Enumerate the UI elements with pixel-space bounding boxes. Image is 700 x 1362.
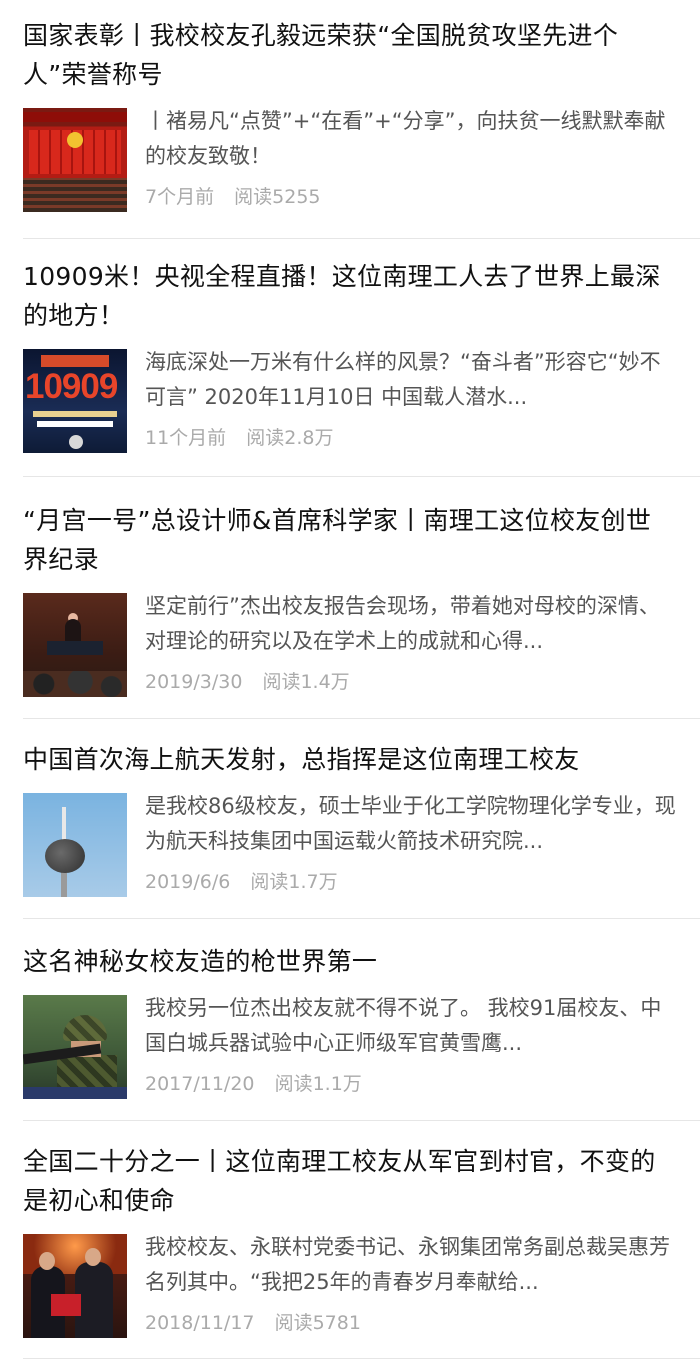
divider (23, 1120, 700, 1121)
article-meta: 2019/3/30 阅读1.4万 (145, 667, 350, 694)
article-read-count: 阅读1.4万 (262, 671, 350, 693)
article-title[interactable]: 中国首次海上航天发射，总指挥是这位南理工校友 (23, 740, 676, 779)
article-summary: 我校另一位杰出校友就不得不说了。 我校91届校友、中国白城兵器试验中心正师级军官… (145, 996, 662, 1055)
article-body: 我校另一位杰出校友就不得不说了。 我校91届校友、中国白城兵器试验中心正师级军官… (23, 995, 676, 1099)
divider (23, 918, 700, 919)
article-summary: 海底深处一万米有什么样的风景？“奋斗者”形容它“妙不可言” 2020年11月10… (145, 350, 661, 409)
article-read-count: 阅读1.1万 (274, 1073, 362, 1095)
article-read-count: 阅读5255 (234, 186, 321, 208)
article-item[interactable]: 这名神秘女校友造的枪世界第一 我校另一位杰出校友就不得不说了。 我校91届校友、… (0, 942, 700, 1099)
article-item[interactable]: 10909米！央视全程直播！这位南理工人去了世界上最深的地方！ 10909 海底… (0, 257, 700, 453)
article-date: 7个月前 (145, 186, 215, 208)
article-body: 10909 海底深处一万米有什么样的风景？“奋斗者”形容它“妙不可言” 2020… (23, 349, 676, 453)
article-title[interactable]: 这名神秘女校友造的枪世界第一 (23, 942, 676, 981)
article-meta: 2017/11/20 阅读1.1万 (145, 1069, 362, 1096)
article-date: 2019/3/30 (145, 671, 243, 693)
article-date: 11个月前 (145, 427, 227, 449)
divider (23, 1358, 700, 1359)
article-item[interactable]: 全国二十分之一丨这位南理工校友从军官到村官，不变的是初心和使命 我校校友、永联村… (0, 1142, 700, 1338)
article-item[interactable]: “月宫一号”总设计师&首席科学家丨南理工这位校友创世界纪录 坚定前行”杰出校友报… (0, 501, 700, 697)
article-read-count: 阅读2.8万 (246, 427, 334, 449)
article-thumbnail[interactable]: 10909 (23, 349, 127, 453)
article-meta: 2019/6/6 阅读1.7万 (145, 867, 338, 894)
article-meta: 2018/11/17 阅读5781 (145, 1308, 361, 1335)
article-summary: 是我校86级校友，硕士毕业于化工学院物理化学专业，现为航天科技集团中国运载火箭技… (145, 794, 676, 853)
article-thumbnail[interactable] (23, 108, 127, 212)
article-body: 是我校86级校友，硕士毕业于化工学院物理化学专业，现为航天科技集团中国运载火箭技… (23, 793, 676, 897)
article-item[interactable]: 国家表彰丨我校校友孔毅远荣获“全国脱贫攻坚先进个人”荣誉称号 丨褚易凡“点赞”+… (0, 16, 700, 212)
article-read-count: 阅读1.7万 (250, 871, 338, 893)
article-title[interactable]: “月宫一号”总设计师&首席科学家丨南理工这位校友创世界纪录 (23, 501, 676, 579)
article-summary: 我校校友、永联村党委书记、永钢集团常务副总裁吴惠芳名列其中。“我把25年的青春岁… (145, 1235, 670, 1294)
article-thumbnail[interactable] (23, 593, 127, 697)
article-meta: 11个月前 阅读2.8万 (145, 423, 333, 450)
article-body: 我校校友、永联村党委书记、永钢集团常务副总裁吴惠芳名列其中。“我把25年的青春岁… (23, 1234, 676, 1338)
article-date: 2018/11/17 (145, 1312, 255, 1334)
article-date: 2017/11/20 (145, 1073, 255, 1095)
article-summary: 丨褚易凡“点赞”+“在看”+“分享”，向扶贫一线默默奉献的校友致敬！ (145, 109, 666, 168)
article-thumbnail[interactable] (23, 995, 127, 1099)
article-title[interactable]: 10909米！央视全程直播！这位南理工人去了世界上最深的地方！ (23, 257, 676, 335)
article-body: 丨褚易凡“点赞”+“在看”+“分享”，向扶贫一线默默奉献的校友致敬！ 7个月前 … (23, 108, 676, 212)
article-meta: 7个月前 阅读5255 (145, 182, 321, 209)
article-item[interactable]: 中国首次海上航天发射，总指挥是这位南理工校友 是我校86级校友，硕士毕业于化工学… (0, 740, 700, 897)
article-summary: 坚定前行”杰出校友报告会现场，带着她对母校的深情、对理论的研究以及在学术上的成就… (145, 594, 660, 653)
article-title[interactable]: 国家表彰丨我校校友孔毅远荣获“全国脱贫攻坚先进个人”荣誉称号 (23, 16, 676, 94)
divider (23, 476, 700, 477)
article-thumbnail[interactable] (23, 793, 127, 897)
divider (23, 238, 700, 239)
thumbnail-caption: 10909 (25, 367, 118, 406)
article-thumbnail[interactable] (23, 1234, 127, 1338)
article-read-count: 阅读5781 (274, 1312, 361, 1334)
divider (23, 718, 700, 719)
article-title[interactable]: 全国二十分之一丨这位南理工校友从军官到村官，不变的是初心和使命 (23, 1142, 676, 1220)
article-body: 坚定前行”杰出校友报告会现场，带着她对母校的深情、对理论的研究以及在学术上的成就… (23, 593, 676, 697)
article-date: 2019/6/6 (145, 871, 231, 893)
